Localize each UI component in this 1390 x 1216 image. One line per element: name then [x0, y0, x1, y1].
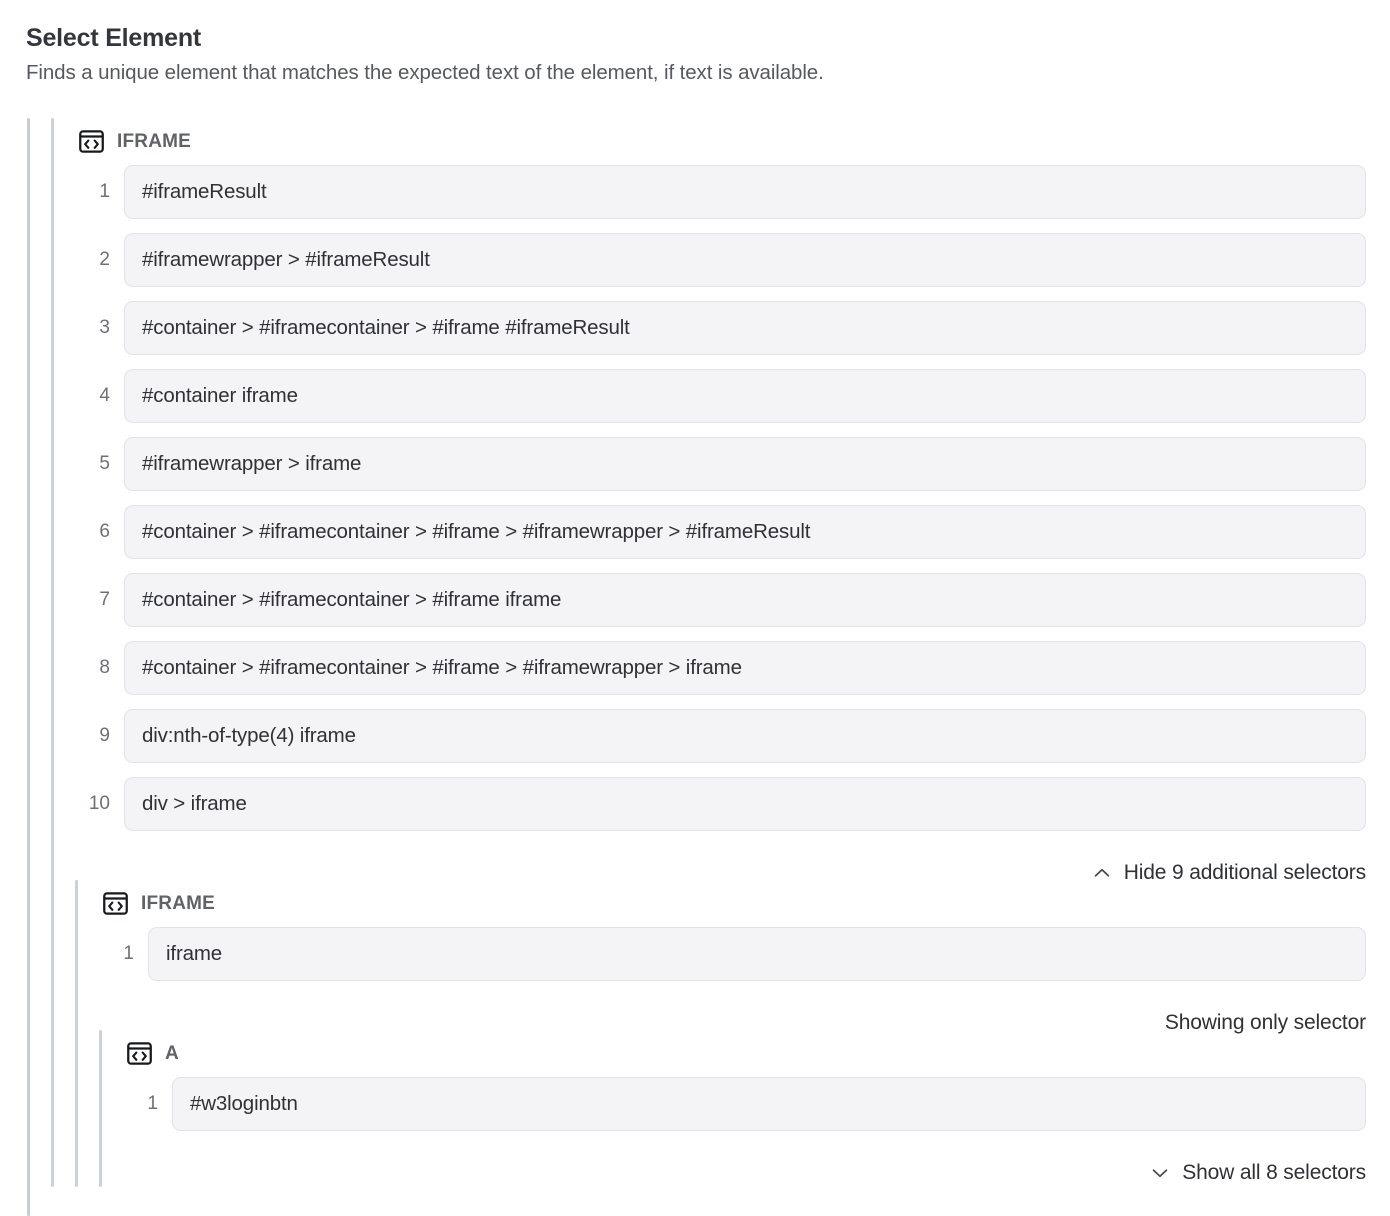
selector-list: 1 #iframeResult 2 #iframewrapper > #ifra…	[78, 164, 1366, 832]
element-group-iframe-2: IFRAME 1 iframe	[102, 888, 1366, 994]
select-element-panel: Select Element Finds a unique element th…	[0, 0, 1390, 1216]
selector-index: 2	[78, 249, 124, 271]
toggle-label: Showing only selector	[1165, 1010, 1366, 1036]
selector-row[interactable]: 5 #iframewrapper > iframe	[78, 436, 1366, 492]
toggle-hide-additional-selectors[interactable]: Hide 9 additional selectors	[900, 858, 1366, 888]
selector-row[interactable]: 8 #container > #iframecontainer > #ifram…	[78, 640, 1366, 696]
selector-value[interactable]: div > iframe	[124, 777, 1366, 831]
page-title: Select Element	[26, 22, 1390, 54]
nesting-rail-level-0	[27, 118, 30, 1216]
selector-value[interactable]: #container > #iframecontainer > #iframe …	[124, 573, 1366, 627]
selector-row[interactable]: 9 div:nth-of-type(4) iframe	[78, 708, 1366, 764]
group-tag-label: A	[165, 1040, 179, 1067]
selector-list: 1 iframe	[102, 926, 1366, 982]
selector-index: 8	[78, 657, 124, 679]
selector-row[interactable]: 1 iframe	[102, 926, 1366, 982]
group-header: IFRAME	[102, 888, 1366, 918]
selector-value[interactable]: #iframewrapper > iframe	[124, 437, 1366, 491]
selector-index: 10	[78, 793, 124, 815]
selector-row[interactable]: 3 #container > #iframecontainer > #ifram…	[78, 300, 1366, 356]
selector-row[interactable]: 1 #w3loginbtn	[126, 1076, 1366, 1132]
selector-index: 7	[78, 589, 124, 611]
selector-value[interactable]: div:nth-of-type(4) iframe	[124, 709, 1366, 763]
selector-index: 5	[78, 453, 124, 475]
selector-index: 3	[78, 317, 124, 339]
selector-row[interactable]: 2 #iframewrapper > #iframeResult	[78, 232, 1366, 288]
chevron-down-icon	[1149, 1162, 1171, 1184]
group-tag-label: IFRAME	[141, 890, 215, 917]
code-window-icon	[102, 890, 129, 917]
selector-value[interactable]: #container > #iframecontainer > #iframe …	[124, 641, 1366, 695]
group-header: A	[126, 1038, 1366, 1068]
toggle-label: Hide 9 additional selectors	[1124, 860, 1366, 886]
selector-value[interactable]: #container > #iframecontainer > #iframe …	[124, 301, 1366, 355]
selector-value[interactable]: #iframeResult	[124, 165, 1366, 219]
selector-row[interactable]: 1 #iframeResult	[78, 164, 1366, 220]
chevron-up-icon	[1091, 862, 1113, 884]
selector-value[interactable]: iframe	[148, 927, 1366, 981]
selector-index: 4	[78, 385, 124, 407]
selector-value[interactable]: #container iframe	[124, 369, 1366, 423]
selector-index: 1	[78, 181, 124, 203]
selector-row[interactable]: 10 div > iframe	[78, 776, 1366, 832]
toggle-label: Show all 8 selectors	[1182, 1160, 1366, 1186]
selector-row[interactable]: 7 #container > #iframecontainer > #ifram…	[78, 572, 1366, 628]
selector-index: 9	[78, 725, 124, 747]
code-window-icon	[78, 128, 105, 155]
nesting-rail-level-2	[75, 880, 78, 1187]
page-subtitle: Finds a unique element that matches the …	[26, 58, 1390, 88]
group-header: IFRAME	[78, 126, 1366, 156]
selector-value[interactable]: #container > #iframecontainer > #iframe …	[124, 505, 1366, 559]
element-group-iframe-1: IFRAME 1 #iframeResult 2 #iframewrapper …	[78, 126, 1366, 844]
toggle-show-all-selectors[interactable]: Show all 8 selectors	[966, 1158, 1366, 1188]
selector-row[interactable]: 6 #container > #iframecontainer > #ifram…	[78, 504, 1366, 560]
selector-index: 6	[78, 521, 124, 543]
selector-row[interactable]: 4 #container iframe	[78, 368, 1366, 424]
code-window-icon	[126, 1040, 153, 1067]
toggle-showing-only-selector[interactable]: Showing only selector	[966, 1008, 1366, 1038]
selector-list: 1 #w3loginbtn	[126, 1076, 1366, 1132]
nesting-rail-level-3	[99, 1030, 102, 1187]
selector-value[interactable]: #iframewrapper > #iframeResult	[124, 233, 1366, 287]
group-tag-label: IFRAME	[117, 128, 191, 155]
selector-index: 1	[126, 1093, 172, 1115]
selector-value[interactable]: #w3loginbtn	[172, 1077, 1366, 1131]
nesting-rail-level-1	[51, 118, 54, 1187]
panel-header: Select Element Finds a unique element th…	[0, 0, 1390, 88]
selector-index: 1	[102, 943, 148, 965]
element-group-a: A 1 #w3loginbtn	[126, 1038, 1366, 1144]
